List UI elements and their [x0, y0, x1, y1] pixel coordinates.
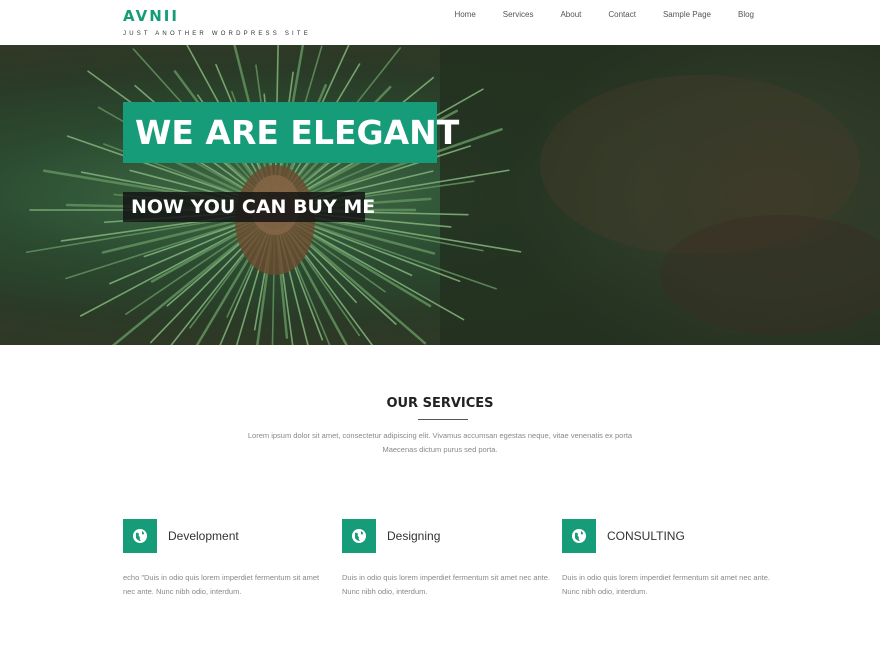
hero-banner: WE ARE ELEGANT NOW YOU CAN BUY ME — [0, 45, 880, 345]
services-divider — [418, 419, 468, 420]
service-text: echo "Duis in odio quis lorem imperdiet … — [123, 573, 320, 596]
services-intro-line-1: Lorem ipsum dolor sit amet, consectetur … — [247, 431, 633, 440]
service-title: CONSULTING — [607, 529, 685, 543]
service-title: Development — [168, 529, 239, 543]
service-title: Designing — [387, 529, 441, 543]
nav-item-services[interactable]: Services — [476, 10, 534, 19]
services-intro: Lorem ipsum dolor sit amet, consectetur … — [240, 429, 640, 457]
site-tagline: JUST ANOTHER WORDPRESS SITE — [123, 31, 311, 37]
globe-icon — [342, 519, 376, 553]
service-consulting: CONSULTING Duis in odio quis lorem imper… — [562, 519, 782, 599]
nav-item-sample-page[interactable]: Sample Page — [636, 10, 711, 19]
globe-icon — [562, 519, 596, 553]
nav-item-about[interactable]: About — [533, 10, 581, 19]
service-text: Duis in odio quis lorem imperdiet fermen… — [342, 573, 551, 596]
service-development: Development echo "Duis in odio quis lore… — [123, 519, 343, 599]
hero-title: WE ARE ELEGANT — [123, 102, 459, 163]
site-header: AVNII JUST ANOTHER WORDPRESS SITE Home S… — [0, 0, 880, 45]
main-nav: Home Services About Contact Sample Page … — [427, 10, 754, 19]
brand: AVNII JUST ANOTHER WORDPRESS SITE — [123, 7, 311, 37]
hero-subtitle: NOW YOU CAN BUY ME — [123, 192, 375, 222]
globe-icon — [123, 519, 157, 553]
services-intro-line-2: Maecenas dictum purus sed porta. — [382, 445, 498, 454]
services-heading: OUR SERVICES — [386, 396, 494, 411]
nav-item-blog[interactable]: Blog — [711, 10, 754, 19]
service-text: Duis in odio quis lorem imperdiet fermen… — [562, 573, 771, 596]
service-designing: Designing Duis in odio quis lorem imperd… — [342, 519, 562, 599]
nav-item-home[interactable]: Home — [427, 10, 475, 19]
site-title-link[interactable]: AVNII — [123, 7, 311, 25]
nav-item-contact[interactable]: Contact — [581, 10, 636, 19]
